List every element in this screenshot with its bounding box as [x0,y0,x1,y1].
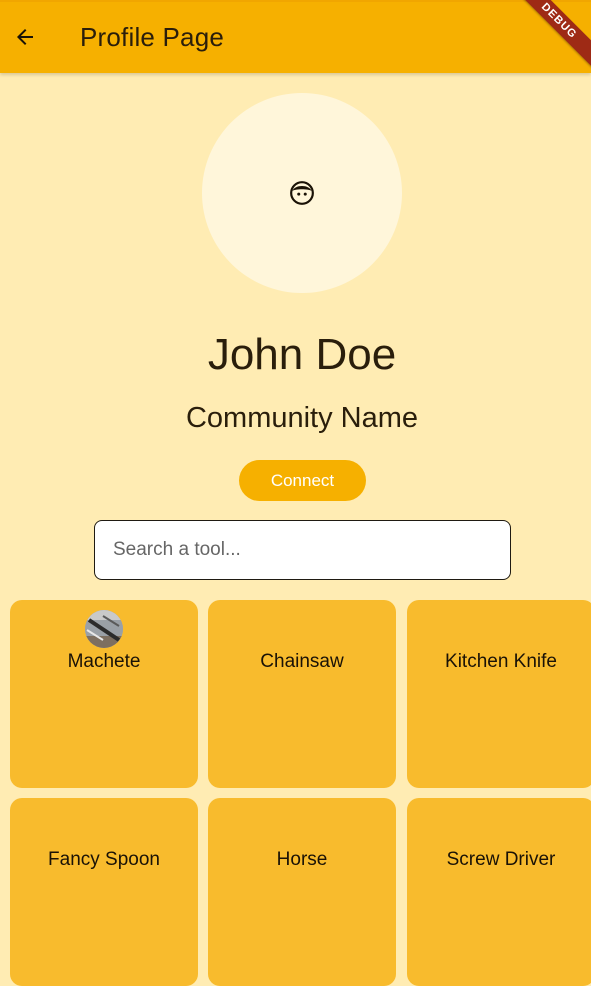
tool-label: Fancy Spoon [48,849,160,870]
tool-card-screw-driver[interactable]: Screw Driver [407,798,591,986]
tool-label: Horse [276,849,328,870]
tool-card-horse[interactable]: Horse [208,798,396,986]
tool-card-fancy-spoon[interactable]: Fancy Spoon [10,798,198,986]
connect-button[interactable]: Connect [239,460,366,501]
face-icon [290,181,314,205]
arrow-back-icon [17,29,33,45]
search-input[interactable] [94,520,511,580]
back-button[interactable] [8,20,42,54]
tool-label: Machete [67,651,141,672]
profile-name: John Doe [207,330,397,379]
tool-label: Chainsaw [260,651,344,672]
tool-label: Screw Driver [446,849,556,870]
debug-banner: DEBUG [503,0,591,77]
page-title: Profile Page [80,22,225,52]
status-line [0,0,591,2]
app-bar: Profile Page DEBUG [0,0,591,77]
community-name: Community Name [185,402,419,434]
tool-label: Kitchen Knife [445,651,557,672]
tool-card-chainsaw[interactable]: Chainsaw [208,600,396,788]
tool-thumbnail [85,610,123,648]
tool-card-kitchen-knife[interactable]: Kitchen Knife [407,600,591,788]
tool-card-machete[interactable]: Machete [10,600,198,788]
avatar[interactable] [202,93,402,293]
